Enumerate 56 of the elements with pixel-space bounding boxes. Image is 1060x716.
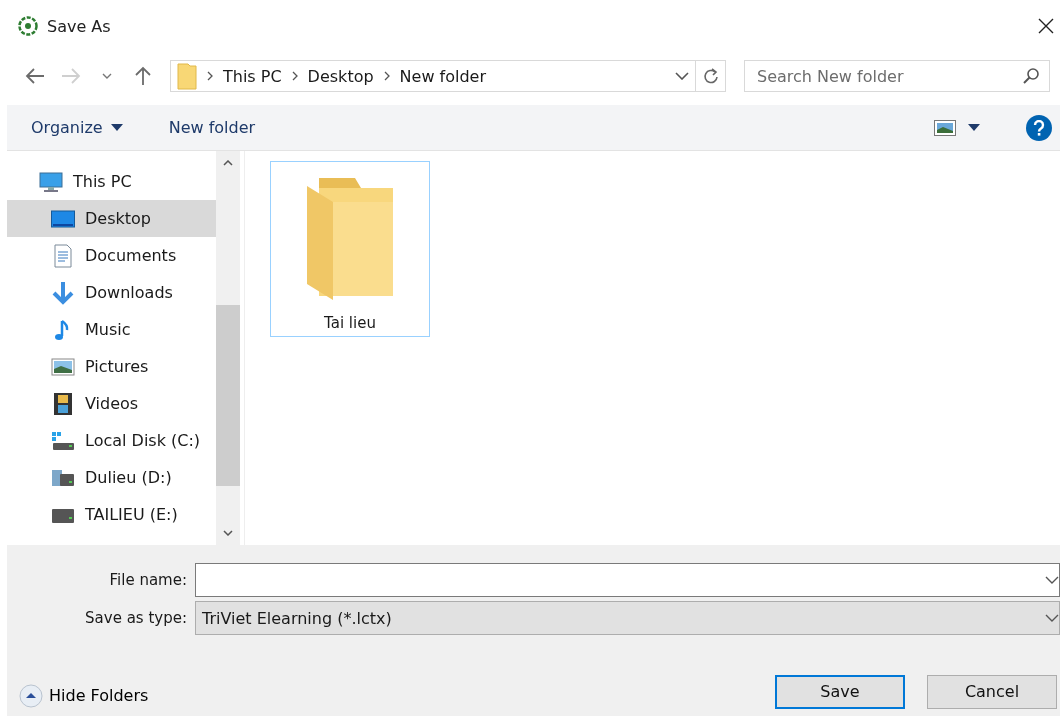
hide-folders-button[interactable]: Hide Folders <box>19 683 149 708</box>
chevron-down-icon <box>1045 576 1059 584</box>
folder-name: Tai lieu <box>324 314 376 332</box>
down-arrow-icon <box>51 280 75 305</box>
refresh-icon <box>702 67 719 85</box>
field-label: Save as type: <box>84 609 187 627</box>
up-arrow-icon <box>134 66 152 86</box>
breadcrumb[interactable]: This PC <box>223 66 282 86</box>
save-button[interactable]: Save <box>775 674 905 709</box>
folder-icon <box>305 176 395 302</box>
search-field[interactable]: Search New folder <box>744 60 1050 92</box>
folder-tree-item[interactable]: Pictures <box>7 348 216 385</box>
chevron-down-icon <box>223 530 233 536</box>
file-type-dropdown[interactable]: TriViet Elearning (*.lctx) <box>195 601 1060 635</box>
folder-tree-item[interactable]: Downloads <box>7 274 216 311</box>
chevron-down-icon <box>102 73 112 79</box>
folder-tree-item[interactable]: Desktop <box>7 200 216 237</box>
collapse-up-icon <box>19 683 43 708</box>
chevron-down-icon <box>1045 614 1059 622</box>
address-bar[interactable]: This PC Desktop New folder <box>170 60 726 92</box>
organize-menu-button[interactable]: Organize <box>31 114 123 141</box>
question-mark-icon <box>1033 119 1045 136</box>
scroll-thumb[interactable] <box>216 305 240 486</box>
caret-icon <box>968 124 980 131</box>
folder-tree-item[interactable]: Local Disk (C:) <box>7 422 216 459</box>
picture-icon <box>934 119 956 136</box>
document-icon <box>51 243 75 268</box>
field-label: File name: <box>108 571 187 589</box>
folder-tree-item[interactable]: Dulieu (D:) <box>7 459 216 496</box>
chevron-right-icon <box>207 71 213 81</box>
close-icon <box>1038 18 1054 34</box>
chevron-down-icon <box>675 72 689 80</box>
folder-tree-item[interactable]: Music <box>7 311 216 348</box>
chevron-up-icon <box>223 160 233 166</box>
folder-icon <box>177 62 197 90</box>
left-arrow-icon <box>25 68 45 84</box>
right-arrow-icon <box>61 68 81 84</box>
folder-item[interactable]: Tai lieu <box>270 161 430 337</box>
breadcrumb[interactable]: New folder <box>399 66 487 86</box>
caret-icon <box>110 124 123 131</box>
folder-tree-item[interactable]: TAILIEU (E:) <box>7 496 216 533</box>
folder-tree-item[interactable]: Documents <box>7 237 216 274</box>
breadcrumb[interactable]: Desktop <box>307 66 374 86</box>
chevron-right-icon <box>291 71 298 81</box>
new-folder-button[interactable]: New folder <box>168 114 256 141</box>
folder-tree-item[interactable]: Videos <box>7 385 216 422</box>
folder-tree-item[interactable]: This PC <box>7 163 216 200</box>
search-icon <box>1022 67 1040 85</box>
cancel-button[interactable]: Cancel <box>927 674 1057 709</box>
app-icon <box>17 15 39 37</box>
window-title: Save As <box>47 16 112 36</box>
help-button[interactable] <box>1026 114 1052 141</box>
view-options-button[interactable] <box>934 119 980 136</box>
chevron-right-icon <box>383 71 390 81</box>
pc-icon <box>39 169 63 194</box>
film-strip-icon <box>51 391 75 416</box>
